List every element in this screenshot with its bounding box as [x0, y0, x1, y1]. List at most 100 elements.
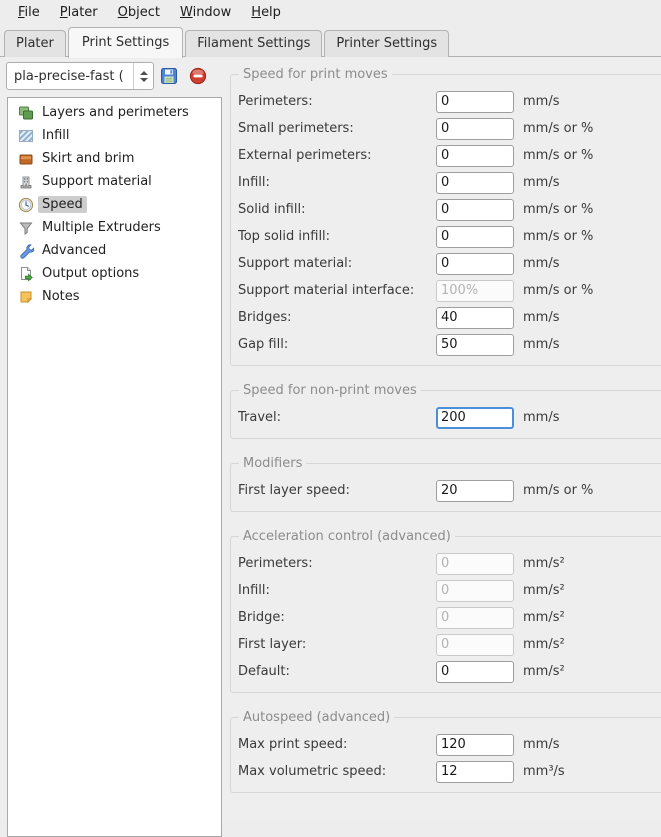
setting-input[interactable]: [436, 253, 514, 275]
tree-item-label: Multiple Extruders: [38, 219, 165, 236]
tab-printer-settings[interactable]: Printer Settings: [324, 30, 449, 57]
group-rows: Perimeters: mm/s Small perimeters: mm/s …: [238, 88, 661, 358]
setting-label: Default:: [238, 664, 436, 679]
setting-label: Gap fill:: [238, 337, 436, 352]
setting-label: First layer speed:: [238, 483, 436, 498]
menu-bar: FilePlaterObjectWindowHelp: [0, 0, 661, 25]
setting-unit: mm/s²: [523, 610, 565, 625]
setting-row-first-layer: First layer: mm/s²: [238, 631, 661, 658]
setting-input[interactable]: [436, 407, 514, 429]
setting-row-first-layer-speed: First layer speed: mm/s or %: [238, 477, 661, 504]
setting-unit: mm/s or %: [523, 202, 593, 217]
setting-label: Bridges:: [238, 310, 436, 325]
setting-row-travel: Travel: mm/s: [238, 404, 661, 431]
remove-icon: [189, 67, 207, 85]
setting-label: Perimeters:: [238, 556, 436, 571]
tree-item-speed[interactable]: Speed: [8, 193, 221, 216]
tree-item-infill[interactable]: Infill: [8, 124, 221, 147]
setting-label: External perimeters:: [238, 148, 436, 163]
setting-label: Top solid infill:: [238, 229, 436, 244]
setting-input[interactable]: [436, 280, 514, 302]
setting-label: Support material interface:: [238, 283, 436, 298]
sidebar: pla-precise-fast ( Layers and perimeters…: [0, 57, 229, 820]
setting-label: Solid infill:: [238, 202, 436, 217]
tree-item-support-material[interactable]: Support material: [8, 170, 221, 193]
tree-item-layers-and-perimeters[interactable]: Layers and perimeters: [8, 101, 221, 124]
setting-unit: mm/s or %: [523, 283, 593, 298]
setting-unit: mm/s²: [523, 664, 565, 679]
setting-label: Small perimeters:: [238, 121, 436, 136]
group-title: Autospeed (advanced): [239, 710, 394, 725]
tree-item-notes[interactable]: Notes: [8, 285, 221, 308]
tab-plater[interactable]: Plater: [4, 30, 66, 57]
setting-unit: mm/s: [523, 737, 559, 752]
setting-row-perimeters: Perimeters: mm/s²: [238, 550, 661, 577]
setting-input[interactable]: [436, 553, 514, 575]
setting-input[interactable]: [436, 226, 514, 248]
group-title: Acceleration control (advanced): [239, 529, 455, 544]
setting-input[interactable]: [436, 172, 514, 194]
setting-label: Bridge:: [238, 610, 436, 625]
combo-spinner[interactable]: [133, 63, 153, 89]
setting-unit: mm/s or %: [523, 121, 593, 136]
delete-preset-button[interactable]: [188, 65, 210, 87]
setting-unit: mm/s or %: [523, 148, 593, 163]
setting-input[interactable]: [436, 334, 514, 356]
setting-input[interactable]: [436, 91, 514, 113]
menu-item-file[interactable]: File: [8, 2, 50, 23]
preset-combo[interactable]: pla-precise-fast (: [6, 62, 154, 90]
setting-input[interactable]: [436, 145, 514, 167]
skirt-brim-icon: [18, 151, 34, 167]
setting-row-max-print-speed: Max print speed: mm/s: [238, 731, 661, 758]
extruders-icon: [18, 220, 34, 236]
notes-icon: [18, 289, 34, 305]
tree-item-output-options[interactable]: Output options: [8, 262, 221, 285]
setting-unit: mm/s²: [523, 583, 565, 598]
tree-item-skirt-and-brim[interactable]: Skirt and brim: [8, 147, 221, 170]
settings-group-modifiers: Modifiers First layer speed: mm/s or %: [230, 456, 661, 512]
spinner-down-icon: [140, 78, 148, 82]
menu-item-plater[interactable]: Plater: [50, 2, 108, 23]
setting-input[interactable]: [436, 761, 514, 783]
menu-item-object[interactable]: Object: [108, 2, 170, 23]
setting-input[interactable]: [436, 634, 514, 656]
tab-filament-settings[interactable]: Filament Settings: [185, 30, 322, 57]
setting-row-support-material-interface: Support material interface: mm/s or %: [238, 277, 661, 304]
setting-input[interactable]: [436, 307, 514, 329]
group-rows: First layer speed: mm/s or %: [238, 477, 661, 504]
menu-item-help[interactable]: Help: [241, 2, 291, 23]
setting-label: Infill:: [238, 175, 436, 190]
group-rows: Max print speed: mm/s Max volumetric spe…: [238, 731, 661, 785]
tree-item-label: Output options: [38, 265, 143, 282]
save-preset-button[interactable]: [159, 65, 181, 87]
tree-item-advanced[interactable]: Advanced: [8, 239, 221, 262]
tree-item-label: Skirt and brim: [38, 150, 138, 167]
output-icon: [18, 266, 34, 282]
setting-label: Max print speed:: [238, 737, 436, 752]
setting-input[interactable]: [436, 734, 514, 756]
settings-group-speed-for-non-print-moves: Speed for non-print moves Travel: mm/s: [230, 383, 661, 439]
tree-item-label: Speed: [38, 196, 87, 213]
setting-row-solid-infill: Solid infill: mm/s or %: [238, 196, 661, 223]
tab-print-settings[interactable]: Print Settings: [68, 27, 183, 58]
settings-group-autospeed-advanced: Autospeed (advanced) Max print speed: mm…: [230, 710, 661, 793]
tree-item-multiple-extruders[interactable]: Multiple Extruders: [8, 216, 221, 239]
setting-row-bridges: Bridges: mm/s: [238, 304, 661, 331]
setting-input[interactable]: [436, 607, 514, 629]
setting-input[interactable]: [436, 580, 514, 602]
setting-input[interactable]: [436, 199, 514, 221]
settings-group-acceleration-control-advanced: Acceleration control (advanced) Perimete…: [230, 529, 661, 693]
settings-group-speed-for-print-moves: Speed for print moves Perimeters: mm/s S…: [230, 67, 661, 366]
content-area: pla-precise-fast ( Layers and perimeters…: [0, 57, 661, 820]
setting-unit: mm³/s: [523, 764, 565, 779]
setting-input[interactable]: [436, 661, 514, 683]
setting-input[interactable]: [436, 480, 514, 502]
setting-input[interactable]: [436, 118, 514, 140]
setting-row-bridge: Bridge: mm/s²: [238, 604, 661, 631]
preset-combo-value: pla-precise-fast (: [7, 69, 133, 84]
group-title: Speed for non-print moves: [239, 383, 421, 398]
speed-icon: [18, 197, 34, 213]
setting-unit: mm/s: [523, 410, 559, 425]
support-material-icon: [18, 174, 34, 190]
menu-item-window[interactable]: Window: [170, 2, 241, 23]
